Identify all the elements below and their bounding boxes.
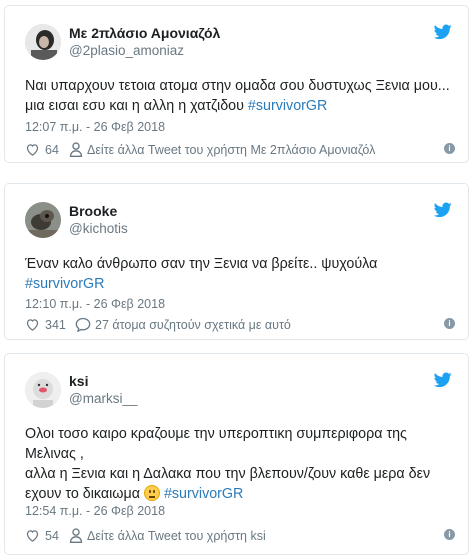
user-handle[interactable]: @kichotis — [69, 221, 128, 236]
more-tweets-link[interactable]: Δείτε άλλα Tweet του χρήστη Με 2πλάσιο Α… — [87, 143, 375, 157]
display-name[interactable]: Brooke — [69, 203, 117, 219]
like-count[interactable]: 54 — [45, 529, 59, 543]
hashtag-link[interactable]: #survivorGR — [248, 98, 327, 114]
tweet-actions: 64 Δείτε άλλα Tweet του χρήστη Με 2πλάσι… — [25, 142, 455, 160]
info-icon[interactable]: i — [444, 318, 455, 329]
like-count[interactable]: 341 — [45, 318, 66, 332]
tweet-text-line: Ναι υπαρχουν τετοια ατομα στην ομαδα σου… — [25, 78, 450, 94]
tweet-timestamp[interactable]: 12:10 π.μ. - 26 Φεβ 2018 — [25, 297, 165, 311]
comment-bubble-icon — [75, 317, 91, 332]
info-icon[interactable]: i — [444, 529, 455, 540]
user-avatar-photo-icon — [25, 202, 61, 238]
info-icon[interactable]: i — [444, 143, 455, 154]
avatar[interactable] — [25, 202, 61, 238]
tweet-timestamp[interactable]: 12:07 π.μ. - 26 Φεβ 2018 — [25, 120, 165, 134]
tweet-actions: 54 Δείτε άλλα Tweet του χρήστη ksi i — [25, 528, 455, 546]
like-count[interactable]: 64 — [45, 143, 59, 157]
twitter-bird-icon[interactable] — [434, 24, 452, 40]
display-name[interactable]: ksi — [69, 373, 88, 389]
heart-icon[interactable] — [25, 142, 40, 157]
tweet-text: Ναι υπαρχουν τετοια ατομα στην ομαδα σου… — [25, 76, 455, 116]
twitter-bird-icon[interactable] — [434, 202, 452, 218]
tweet-text: Ολοι τοσο καιρο κραζουμε την υπεροπτικη … — [25, 424, 440, 504]
display-name[interactable]: Με 2πλάσιο Αμονιαζόλ — [69, 25, 220, 41]
hashtag-link[interactable]: #survivorGR — [164, 486, 243, 502]
avatar[interactable] — [25, 24, 61, 60]
neutral-face-emoji-icon — [143, 485, 160, 501]
conversation-link[interactable]: 27 άτομα συζητούν σχετικά με αυτό — [95, 318, 291, 332]
tweet-card: ksi @marksi__ Ολοι τοσο καιρο κραζουμε τ… — [4, 353, 469, 555]
tweet-card: Brooke @kichotis Έναν καλο άνθρωπο σαν τ… — [4, 183, 469, 340]
tweet-timestamp[interactable]: 12:54 π.μ. - 26 Φεβ 2018 — [25, 504, 165, 518]
avatar[interactable] — [25, 372, 61, 408]
more-tweets-link[interactable]: Δείτε άλλα Tweet του χρήστη ksi — [87, 529, 266, 543]
tweet-text-line: Έναν καλο άνθρωπο σαν την Ξενια να βρείτ… — [25, 256, 378, 272]
tweet-card: Με 2πλάσιο Αμονιαζόλ @2plasio_amoniaz Να… — [4, 5, 469, 163]
tweet-actions: 341 27 άτομα συζητούν σχετικά με αυτό i — [25, 317, 455, 335]
user-handle[interactable]: @marksi__ — [69, 391, 137, 406]
user-profile-icon — [69, 142, 83, 157]
user-avatar-photo-icon — [25, 372, 61, 408]
user-handle[interactable]: @2plasio_amoniaz — [69, 43, 184, 58]
hashtag-link[interactable]: #survivorGR — [25, 276, 104, 292]
heart-icon[interactable] — [25, 528, 40, 543]
tweet-text: Έναν καλο άνθρωπο σαν την Ξενια να βρείτ… — [25, 254, 455, 294]
twitter-bird-icon[interactable] — [434, 372, 452, 388]
tweet-text-line: Ολοι τοσο καιρο κραζουμε την υπεροπτικη … — [25, 426, 407, 462]
user-avatar-photo-icon — [25, 24, 61, 60]
heart-icon[interactable] — [25, 317, 40, 332]
user-profile-icon — [69, 528, 83, 543]
tweet-text-line: μια εισαι εσυ και η αλλη η χατζιδου — [25, 98, 248, 114]
